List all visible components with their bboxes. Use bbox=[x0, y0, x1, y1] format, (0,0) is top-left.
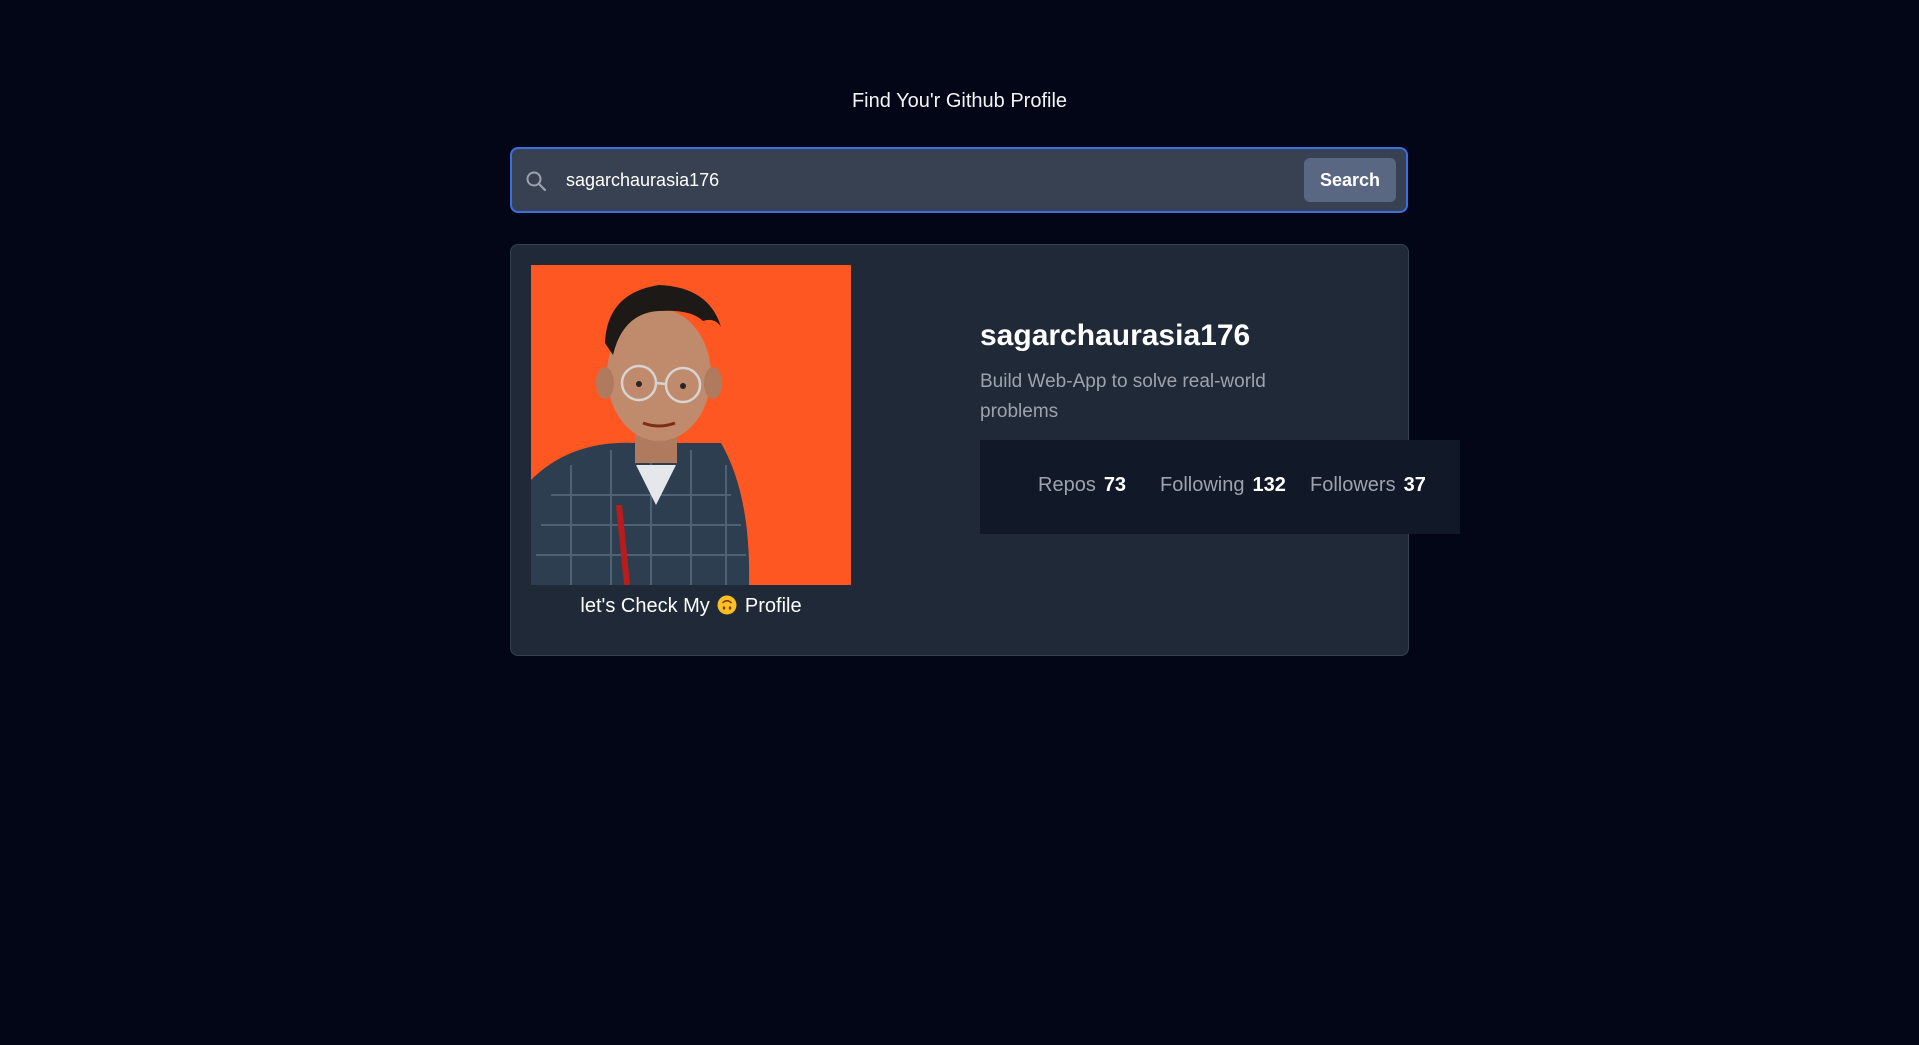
stat-value: 73 bbox=[1103, 474, 1127, 496]
stat-repos: Repos 73 bbox=[1038, 474, 1126, 497]
profile-link-prefix: let's Check My bbox=[580, 595, 710, 617]
stat-label: Following bbox=[1160, 474, 1245, 496]
search-button[interactable]: Search bbox=[1304, 158, 1396, 202]
profile-link-suffix: Profile bbox=[744, 595, 802, 617]
stat-value: 37 bbox=[1403, 474, 1426, 496]
search-icon bbox=[526, 171, 547, 192]
user-bio: Build Web-App to solve real-world proble… bbox=[980, 371, 1266, 422]
avatar[interactable] bbox=[531, 265, 851, 585]
stat-followers: Followers 37 bbox=[1310, 474, 1426, 497]
upside-down-face-icon bbox=[717, 595, 737, 615]
stat-label: Followers bbox=[1310, 474, 1396, 496]
search-input[interactable] bbox=[560, 159, 1312, 201]
stat-value: 132 bbox=[1252, 474, 1286, 496]
stat-label: Repos bbox=[1038, 474, 1096, 496]
page: Find You'r Github Profile Search bbox=[0, 0, 1919, 1045]
stat-following: Following 132 bbox=[1160, 474, 1286, 497]
profile-link[interactable]: let's Check My Profile bbox=[511, 595, 871, 618]
stats-panel: Repos 73 Following 132 Followers 37 bbox=[980, 440, 1460, 534]
search-bar: Search bbox=[510, 147, 1408, 213]
username: sagarchaurasia176 bbox=[980, 319, 1251, 352]
profile-card: let's Check My Profile sagarchaurasia176… bbox=[510, 244, 1460, 656]
page-title: Find You'r Github Profile bbox=[851, 90, 1068, 112]
avatar-photo bbox=[531, 265, 851, 585]
